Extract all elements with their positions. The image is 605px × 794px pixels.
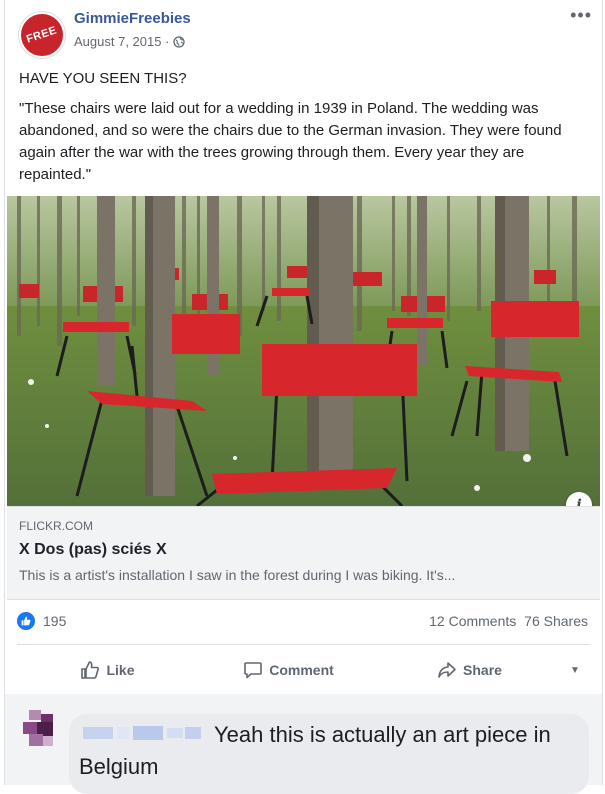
commenter-avatar[interactable]: [23, 710, 59, 746]
thumbs-up-icon: [81, 661, 100, 679]
reactions-bar: 195 12 Comments 76 Shares: [17, 608, 590, 636]
comment-label: Comment: [269, 662, 334, 678]
link-preview[interactable]: FLICKR.COM X Dos (pas) sciés X This is a…: [7, 506, 600, 600]
link-domain: FLICKR.COM: [19, 519, 94, 533]
avatar-logo-text: FREE: [25, 24, 59, 46]
engagement-counts: 12 Comments 76 Shares: [425, 613, 588, 629]
comment-icon: [244, 662, 263, 679]
divider: [17, 644, 590, 645]
comment-button[interactable]: Comment: [198, 660, 379, 680]
shares-count[interactable]: 76 Shares: [524, 613, 588, 629]
chevron-down-icon[interactable]: ▼: [560, 665, 590, 676]
like-count[interactable]: 195: [43, 613, 66, 629]
share-icon: [438, 662, 456, 678]
comment-bubble: Yeah this is actually an art piece in Be…: [69, 714, 589, 794]
more-options-icon[interactable]: •••: [570, 6, 592, 24]
post-date[interactable]: August 7, 2015 ·: [74, 34, 169, 49]
like-label: Like: [106, 662, 135, 678]
page-name-link[interactable]: GimmieFreebies: [74, 10, 191, 27]
forest-chairs-image: [7, 196, 600, 506]
globe-icon: [173, 35, 186, 48]
action-bar: Like Comment Share ▼: [17, 648, 590, 692]
post-headline: HAVE YOU SEEN THIS?: [19, 70, 187, 87]
post-header: FREE GimmieFreebies August 7, 2015 · •••: [19, 4, 594, 58]
post-quote: "These chairs were laid out for a weddin…: [19, 100, 562, 183]
comments-section: Yeah this is actually an art piece in Be…: [5, 694, 602, 794]
like-button[interactable]: Like: [17, 660, 198, 680]
comment-text: Yeah this is actually an art piece in Be…: [79, 722, 551, 779]
like-reaction-icon[interactable]: [17, 612, 35, 630]
link-title[interactable]: X Dos (pas) sciés X: [19, 541, 167, 559]
post-body: HAVE YOU SEEN THIS? "These chairs were l…: [19, 68, 584, 194]
page-avatar[interactable]: FREE: [19, 12, 65, 58]
link-description: This is a artist's installation I saw in…: [19, 567, 456, 583]
comments-count[interactable]: 12 Comments: [429, 613, 516, 629]
post-meta: August 7, 2015 ·: [74, 34, 186, 49]
post-card: FREE GimmieFreebies August 7, 2015 · •••…: [4, 0, 603, 794]
share-button[interactable]: Share: [379, 660, 560, 680]
share-label: Share: [463, 662, 502, 678]
post-photo[interactable]: i: [7, 196, 600, 506]
